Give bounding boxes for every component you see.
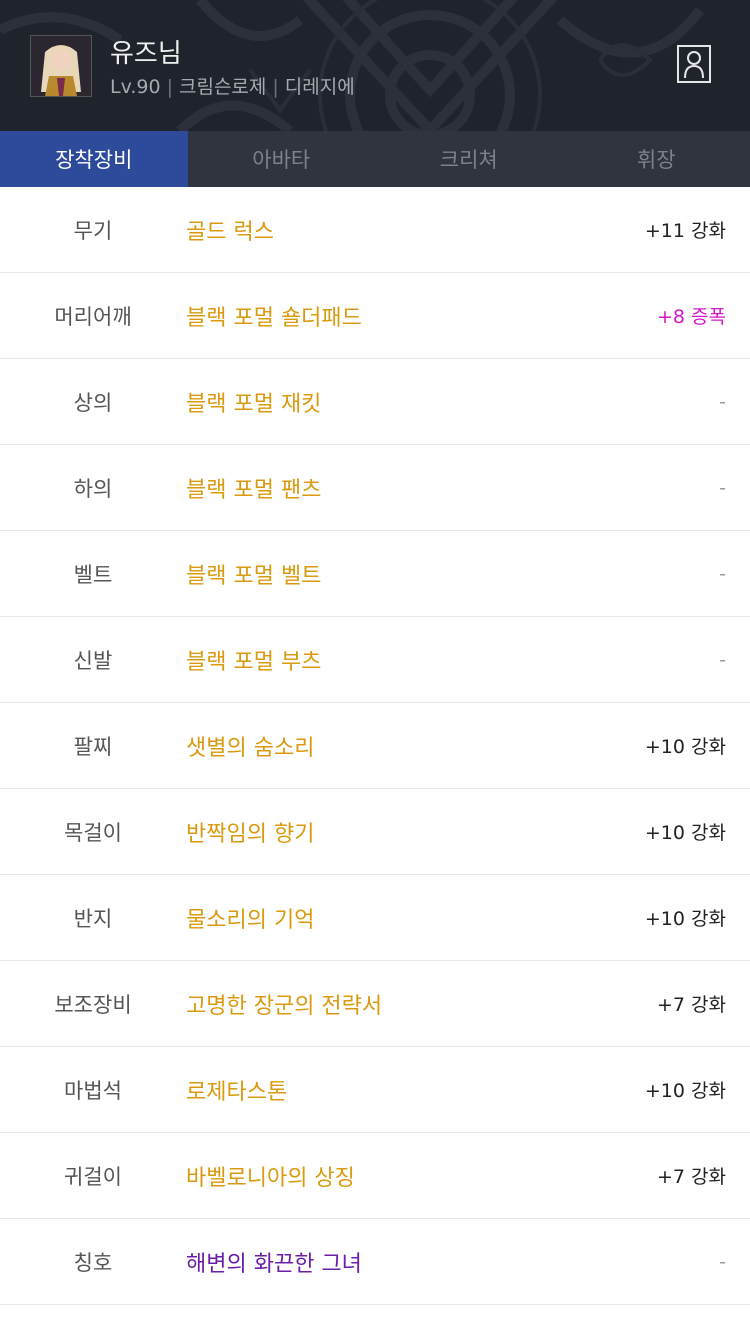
- equipment-row-shoulder[interactable]: 머리어깨 블랙 포멀 숄더패드 +8 증폭: [0, 273, 750, 359]
- equipment-row-shoes[interactable]: 신발 블랙 포멀 부츠 -: [0, 617, 750, 703]
- enhance-level: +10 강화: [644, 1080, 726, 1102]
- character-level: Lv.90: [110, 76, 161, 98]
- tab-avatar[interactable]: 아바타: [188, 131, 376, 187]
- info-divider: |: [272, 76, 279, 98]
- equipment-row-bracelet[interactable]: 팔찌 샛별의 숨소리 +10 강화: [0, 703, 750, 789]
- equipment-row-support[interactable]: 보조장비 고명한 장군의 전략서 +7 강화: [0, 961, 750, 1047]
- person-frame-icon: [677, 45, 711, 83]
- enhance-level: -: [719, 476, 726, 499]
- enhance-level: +10 강화: [644, 736, 726, 758]
- character-header: 유즈님 Lv.90 | 크림슨로제 | 디레지에: [0, 0, 750, 131]
- equipment-row-top[interactable]: 상의 블랙 포멀 재킷 -: [0, 359, 750, 445]
- item-name: 블랙 포멀 벨트: [186, 563, 322, 589]
- equipment-row-belt[interactable]: 벨트 블랙 포멀 벨트 -: [0, 531, 750, 617]
- slot-label: 무기: [73, 218, 113, 243]
- enhance-level: +11 강화: [644, 220, 726, 242]
- item-name: 블랙 포멀 팬츠: [186, 477, 322, 503]
- equipment-row-earring[interactable]: 귀걸이 바벨로니아의 상징 +7 강화: [0, 1133, 750, 1219]
- profile-button[interactable]: [677, 45, 711, 83]
- equipment-row-bottom[interactable]: 하의 블랙 포멀 팬츠 -: [0, 445, 750, 531]
- slot-label: 보조장비: [54, 992, 132, 1017]
- enhance-level: +7 강화: [656, 1166, 726, 1188]
- enhance-level: +7 강화: [656, 994, 726, 1016]
- slot-label: 상의: [73, 390, 113, 415]
- enhance-level: +10 강화: [644, 908, 726, 930]
- character-avatar: [30, 35, 92, 97]
- equipment-row-ring[interactable]: 반지 물소리의 기억 +10 강화: [0, 875, 750, 961]
- character-info: Lv.90 | 크림슨로제 | 디레지에: [110, 72, 355, 99]
- tab-emblem[interactable]: 휘장: [563, 131, 750, 187]
- tab-equipment[interactable]: 장착장비: [0, 131, 188, 187]
- equipment-row-weapon[interactable]: 무기 골드 럭스 +11 강화: [0, 187, 750, 273]
- enhance-level: -: [719, 1250, 726, 1273]
- equipment-tabs: 장착장비 아바타 크리쳐 휘장: [0, 131, 750, 187]
- equipment-row-necklace[interactable]: 목걸이 반짝임의 향기 +10 강화: [0, 789, 750, 875]
- item-name: 블랙 포멀 재킷: [186, 391, 322, 417]
- character-job: 크림슨로제: [178, 76, 267, 98]
- slot-label: 팔찌: [73, 734, 113, 759]
- enhance-level: -: [719, 562, 726, 585]
- info-divider: |: [166, 76, 173, 98]
- item-name: 블랙 포멀 부츠: [186, 649, 322, 675]
- slot-label: 귀걸이: [64, 1164, 122, 1189]
- equipment-row-magic-stone[interactable]: 마법석 로제타스톤 +10 강화: [0, 1047, 750, 1133]
- enhance-level: +8 증폭: [656, 306, 726, 328]
- slot-label: 하의: [73, 476, 113, 501]
- tab-creature[interactable]: 크리쳐: [375, 131, 563, 187]
- slot-label: 칭호: [73, 1250, 113, 1275]
- equipment-row-title[interactable]: 칭호 해변의 화끈한 그녀 -: [0, 1219, 750, 1305]
- slot-label: 반지: [73, 906, 113, 931]
- slot-label: 마법석: [64, 1078, 122, 1103]
- equipment-list: 무기 골드 럭스 +11 강화 머리어깨 블랙 포멀 숄더패드 +8 증폭 상의…: [0, 187, 750, 1305]
- slot-label: 신발: [73, 648, 113, 673]
- character-name: 유즈님: [110, 39, 182, 69]
- enhance-level: -: [719, 390, 726, 413]
- enhance-level: +10 강화: [644, 822, 726, 844]
- item-name: 해변의 화끈한 그녀: [186, 1251, 362, 1277]
- slot-label: 벨트: [73, 562, 113, 587]
- enhance-level: -: [719, 648, 726, 671]
- character-server: 디레지에: [284, 76, 355, 98]
- slot-label: 머리어깨: [54, 304, 132, 329]
- slot-label: 목걸이: [64, 820, 122, 845]
